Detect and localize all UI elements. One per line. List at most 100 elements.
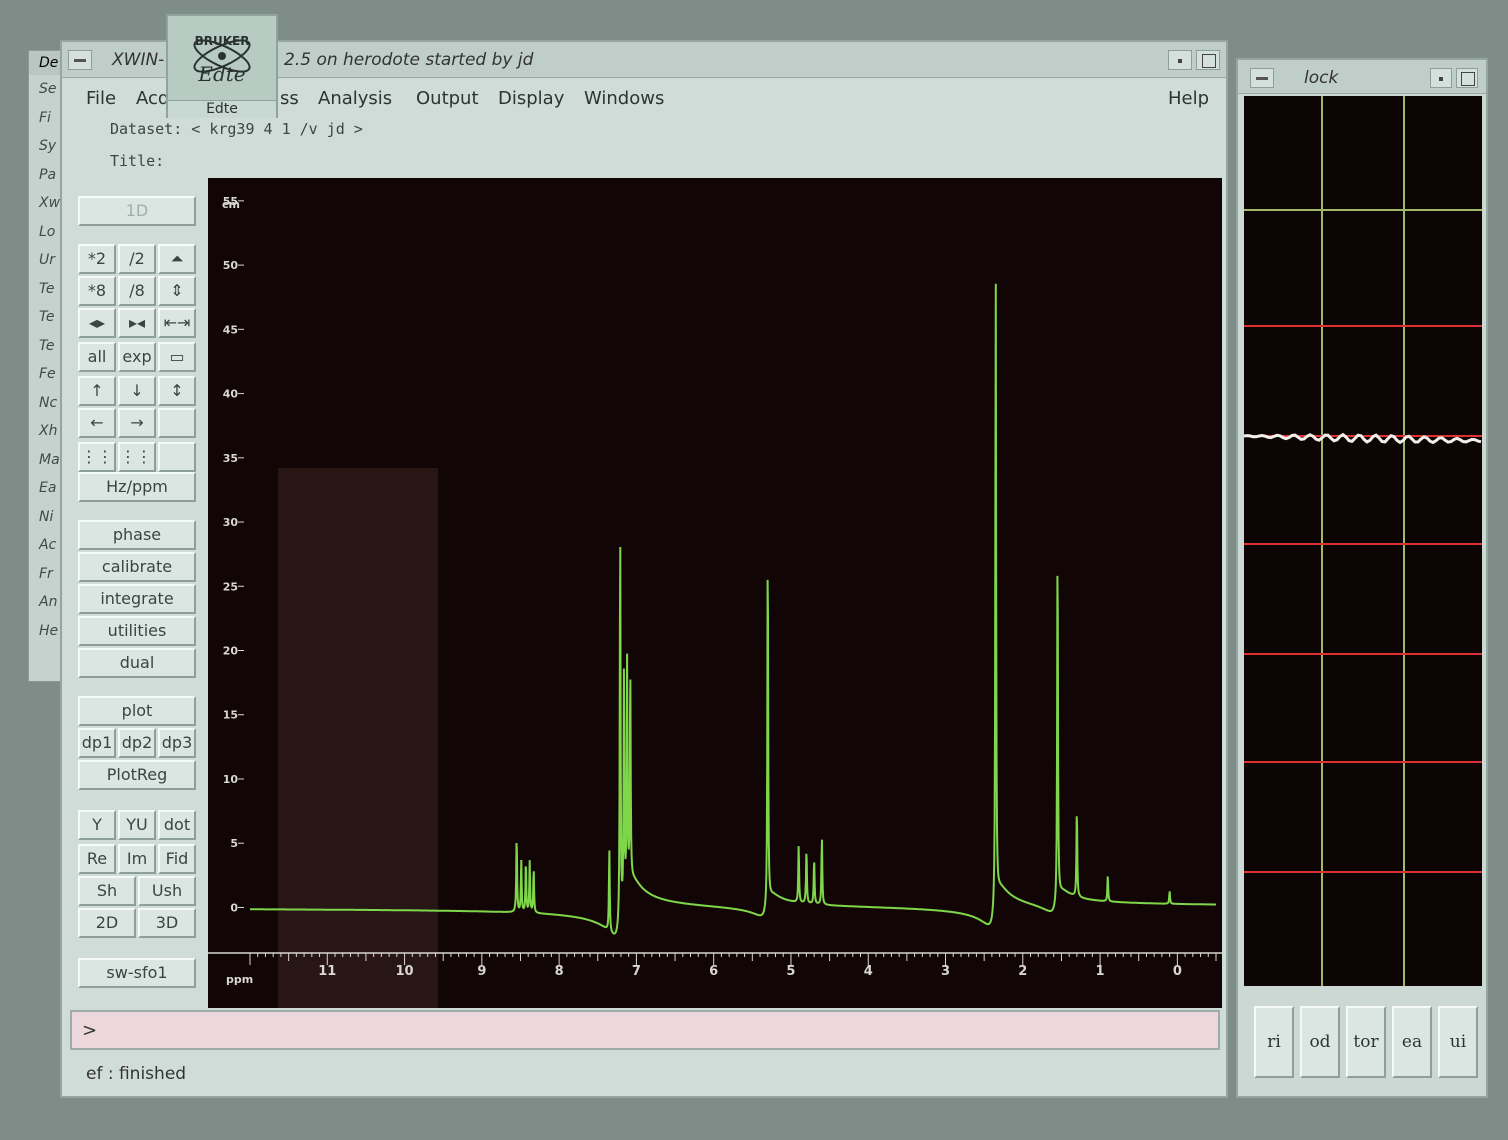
grid-large-icon[interactable]: ⋮⋮⋮ bbox=[118, 442, 168, 472]
3d-button[interactable]: 3D bbox=[138, 908, 196, 938]
dataset-label: Dataset: < krg39 4 1 /v jd > bbox=[110, 120, 363, 138]
spectrum-plot[interactable]: cm0510152025303540455055 11 10 9 8 7 6 5 4 3 2 1 0p… bbox=[208, 178, 1222, 1008]
x-tick-label: 10 bbox=[396, 964, 414, 979]
vertical-scale-icon[interactable]: ⇕ bbox=[158, 276, 196, 306]
lock-button-5[interactable]: ui bbox=[1438, 1006, 1478, 1078]
x-tick-label: 5 bbox=[786, 964, 795, 979]
lock-button-4[interactable]: ea bbox=[1392, 1006, 1432, 1078]
hz-ppm-button[interactable]: Hz/ppm bbox=[78, 472, 196, 502]
y-tick-label: 55 bbox=[223, 195, 238, 208]
menu-process[interactable]: ss bbox=[280, 88, 299, 109]
ush-button[interactable]: Ush bbox=[138, 876, 196, 906]
window-title-left: XWIN- bbox=[112, 50, 165, 70]
exp-button[interactable]: exp bbox=[118, 342, 156, 372]
full-scale-icon[interactable]: ⏶ bbox=[158, 244, 196, 274]
x-tick-label: 1 bbox=[1096, 964, 1105, 979]
re-button[interactable]: Re bbox=[78, 844, 116, 874]
y-tick-label: 25 bbox=[223, 580, 238, 593]
bruker-brand-text: BRUKER bbox=[194, 34, 250, 48]
x-axis-label: ppm bbox=[226, 973, 253, 986]
phase-button[interactable]: phase bbox=[78, 520, 196, 550]
lock-grid bbox=[1244, 96, 1482, 986]
menu-help[interactable]: Help bbox=[1168, 88, 1209, 109]
full-width-icon[interactable]: ⇤⇥ bbox=[158, 308, 196, 338]
menu-file[interactable]: File bbox=[86, 88, 116, 109]
empty-slot-button[interactable] bbox=[158, 442, 196, 472]
lock-button-3[interactable]: tor bbox=[1346, 1006, 1386, 1078]
y-tick-label: 50 bbox=[223, 259, 239, 272]
edte-icon-label: Edte bbox=[168, 100, 276, 118]
y-tick-label: 30 bbox=[223, 516, 239, 529]
maximize-button[interactable] bbox=[1196, 50, 1220, 70]
expand-horizontal-icon[interactable]: ◂▸ bbox=[78, 308, 116, 338]
lock-button-2[interactable]: od bbox=[1300, 1006, 1340, 1078]
title-label: Title: bbox=[110, 152, 165, 170]
2d-button[interactable]: 2D bbox=[78, 908, 136, 938]
y-tick-label: 45 bbox=[223, 323, 238, 336]
lock-maximize-button[interactable] bbox=[1456, 68, 1478, 88]
yu-button[interactable]: YU bbox=[118, 810, 156, 840]
lock-titlebar[interactable]: lock bbox=[1238, 60, 1486, 94]
dp1-button[interactable]: dp1 bbox=[78, 728, 116, 758]
y-button[interactable]: Y bbox=[78, 810, 116, 840]
empty-slot-button[interactable] bbox=[158, 408, 196, 438]
arrow-down-icon[interactable]: ↓ bbox=[118, 376, 156, 406]
calibrate-button[interactable]: calibrate bbox=[78, 552, 196, 582]
dot-button[interactable]: dot bbox=[158, 810, 196, 840]
menu-output[interactable]: Output bbox=[416, 88, 479, 109]
bruker-edte-icon[interactable]: BRUKER Edte Edte bbox=[166, 14, 278, 118]
fid-button[interactable]: Fid bbox=[158, 844, 196, 874]
dual-button[interactable]: dual bbox=[78, 648, 196, 678]
lock-button-1[interactable]: ri bbox=[1254, 1006, 1294, 1078]
im-button[interactable]: Im bbox=[118, 844, 156, 874]
y-tick-label: 15 bbox=[223, 709, 238, 722]
integrate-button[interactable]: integrate bbox=[78, 584, 196, 614]
x-tick-label: 6 bbox=[709, 964, 718, 979]
arrow-left-icon[interactable]: ← bbox=[78, 408, 116, 438]
window-menu-button[interactable] bbox=[68, 50, 92, 70]
arrow-updown-icon[interactable]: ↕ bbox=[158, 376, 196, 406]
x-tick-label: 8 bbox=[555, 964, 564, 979]
region-icon[interactable]: ▭ bbox=[158, 342, 196, 372]
y-tick-label: 5 bbox=[230, 837, 238, 850]
spectrum-display[interactable]: cm 0 5 10 15 20 25 30 35 40 45 50 55 11 10 9 8 7 6 5 4 3 2 1 0 p… bbox=[208, 178, 1222, 1008]
sw-sfo1-button[interactable]: sw-sfo1 bbox=[78, 958, 196, 988]
menu-analysis[interactable]: Analysis bbox=[318, 88, 392, 109]
menu-display[interactable]: Display bbox=[498, 88, 564, 109]
y-tick-label: 0 bbox=[230, 901, 238, 914]
multiply-8-button[interactable]: *8 bbox=[78, 276, 116, 306]
y-tick-label: 40 bbox=[223, 388, 239, 401]
dp2-button[interactable]: dp2 bbox=[118, 728, 156, 758]
command-line-input[interactable]: > bbox=[70, 1010, 1220, 1050]
lock-minimize-button[interactable] bbox=[1430, 68, 1452, 88]
dp3-button[interactable]: dp3 bbox=[158, 728, 196, 758]
plot-button[interactable]: plot bbox=[78, 696, 196, 726]
minimize-button[interactable] bbox=[1168, 50, 1192, 70]
x-tick-label: 0 bbox=[1173, 964, 1182, 979]
divide-8-button[interactable]: /8 bbox=[118, 276, 156, 306]
all-button[interactable]: all bbox=[78, 342, 116, 372]
menu-windows[interactable]: Windows bbox=[584, 88, 664, 109]
spectrum-trace bbox=[250, 283, 1216, 935]
lock-button-row: ri od tor ea ui bbox=[1244, 994, 1482, 1084]
sh-button[interactable]: Sh bbox=[78, 876, 136, 906]
lock-display[interactable] bbox=[1243, 96, 1482, 986]
multiply-2-button[interactable]: *2 bbox=[78, 244, 116, 274]
menu-acquisition[interactable]: Acq bbox=[136, 88, 169, 109]
plotreg-button[interactable]: PlotReg bbox=[78, 760, 196, 790]
arrow-right-icon[interactable]: → bbox=[118, 408, 156, 438]
y-axis: cm0510152025303540455055 bbox=[222, 195, 244, 914]
divide-2-button[interactable]: /2 bbox=[118, 244, 156, 274]
x-tick-label: 2 bbox=[1018, 964, 1027, 979]
x-tick-label: 11 bbox=[318, 964, 336, 979]
grid-small-icon[interactable]: ⋮⋮ bbox=[78, 442, 116, 472]
y-tick-label: 10 bbox=[223, 773, 239, 786]
compress-horizontal-icon[interactable]: ▸◂ bbox=[118, 308, 156, 338]
1d-button[interactable]: 1D bbox=[78, 196, 196, 226]
utilities-button[interactable]: utilities bbox=[78, 616, 196, 646]
lock-window-menu-button[interactable] bbox=[1250, 68, 1274, 88]
x-tick-label: 3 bbox=[941, 964, 950, 979]
window-title-right: 2.5 on herodote started by jd bbox=[284, 50, 534, 70]
arrow-up-icon[interactable]: ↑ bbox=[78, 376, 116, 406]
x-tick-label: 9 bbox=[477, 964, 486, 979]
